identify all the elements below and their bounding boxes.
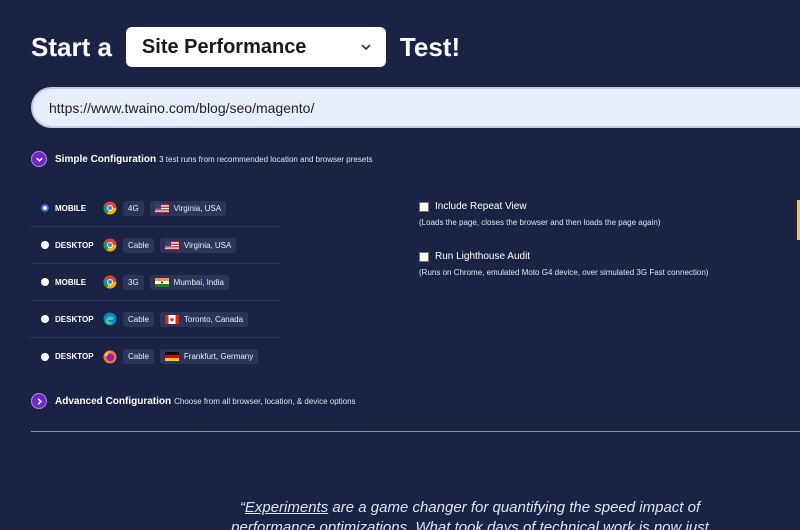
preset-radio[interactable]	[41, 352, 49, 361]
preset-option[interactable]: MOBILE 4G Virginia, USA	[31, 190, 280, 227]
chrome-icon	[103, 201, 117, 215]
simple-config-desc: 3 test runs from recommended location an…	[159, 154, 373, 164]
lighthouse-desc: (Runs on Chrome, emulated Moto G4 device…	[419, 268, 709, 277]
repeat-view-option: Include Repeat View (Loads the page, clo…	[419, 201, 709, 229]
chevron-down-icon	[361, 44, 371, 51]
preset-location: Mumbai, India	[173, 277, 224, 287]
preset-option[interactable]: DESKTOP Cable Virginia, USA	[31, 227, 280, 264]
usa-flag-icon	[164, 240, 179, 250]
preset-location-tag: Frankfurt, Germany	[159, 349, 259, 364]
lighthouse-label: Run Lighthouse Audit	[435, 251, 531, 262]
preset-location: Frankfurt, Germany	[183, 352, 254, 361]
edge-icon	[103, 312, 117, 326]
preset-device: MOBILE	[55, 203, 87, 213]
collapse-toggle[interactable]	[31, 151, 47, 167]
repeat-view-label: Include Repeat View	[435, 201, 527, 212]
section-divider	[31, 431, 800, 432]
chrome-icon	[103, 238, 117, 252]
simple-config-header[interactable]: Simple Configuration 3 test runs from re…	[31, 151, 373, 167]
preset-location-tag: Mumbai, India	[149, 274, 229, 290]
preset-option[interactable]: MOBILE 3G Mumbai, India	[31, 264, 280, 301]
preset-list: MOBILE 4G Virginia, USA DESKTOP Cable Virgini…	[31, 190, 280, 375]
preset-location: Toronto, Canada	[183, 314, 244, 324]
canada-flag-icon	[164, 314, 179, 324]
preset-radio[interactable]	[41, 204, 49, 212]
preset-connection: Cable	[123, 237, 154, 253]
preset-option[interactable]: DESKTOP Cable Frankfurt, Germany	[31, 338, 280, 375]
advanced-config-desc: Choose from all browser, location, & dev…	[174, 396, 356, 406]
repeat-view-desc: (Loads the page, closes the browser and …	[419, 218, 661, 227]
lighthouse-option: Run Lighthouse Audit (Runs on Chrome, em…	[419, 251, 709, 279]
testimonial-quote: “Experiments are a game changer for quan…	[200, 498, 740, 530]
lighthouse-row[interactable]: Run Lighthouse Audit	[419, 251, 709, 262]
preset-radio[interactable]	[41, 315, 49, 323]
lighthouse-checkbox[interactable]	[419, 251, 429, 262]
preset-device: MOBILE	[55, 277, 87, 287]
india-flag-icon	[154, 277, 169, 287]
advanced-config-title: Advanced Configuration	[55, 395, 172, 407]
test-type-value: Site Performance	[141, 35, 307, 58]
preset-device: DESKTOP	[55, 352, 94, 361]
repeat-view-row[interactable]: Include Repeat View	[419, 201, 709, 212]
url-input[interactable]	[31, 87, 800, 128]
preset-location-tag: Virginia, USA	[149, 200, 227, 216]
preset-connection: Cable	[123, 349, 154, 364]
preset-connection: 4G	[123, 200, 144, 216]
experiments-link[interactable]: Experiments	[245, 499, 328, 516]
test-options: Include Repeat View (Loads the page, clo…	[419, 201, 709, 295]
title-prefix: Start a	[31, 31, 112, 62]
usa-flag-icon	[154, 203, 169, 213]
test-type-select[interactable]: Site Performance	[125, 27, 386, 67]
preset-connection: Cable	[123, 311, 154, 327]
expand-toggle[interactable]	[31, 393, 47, 409]
germany-flag-icon	[164, 352, 179, 361]
advanced-config-header[interactable]: Advanced Configuration Choose from all b…	[31, 393, 356, 409]
repeat-view-checkbox[interactable]	[419, 201, 429, 212]
preset-location-tag: Virginia, USA	[159, 237, 237, 253]
preset-location: Virginia, USA	[173, 203, 222, 213]
preset-device: DESKTOP	[55, 314, 94, 324]
preset-location: Virginia, USA	[183, 240, 232, 250]
chevron-right-icon	[37, 397, 42, 405]
chrome-icon	[103, 275, 117, 289]
simple-config-title: Simple Configuration	[55, 153, 157, 165]
preset-radio[interactable]	[41, 278, 49, 286]
preset-device: DESKTOP	[55, 240, 94, 250]
title-row: Start a Site Performance Test!	[31, 27, 460, 67]
preset-option[interactable]: DESKTOP Cable Toronto, Canada	[31, 301, 280, 338]
preset-location-tag: Toronto, Canada	[159, 311, 249, 327]
chevron-down-icon	[35, 157, 43, 162]
title-suffix: Test!	[399, 31, 461, 62]
firefox-icon	[103, 350, 117, 364]
preset-connection: 3G	[123, 274, 144, 290]
preset-radio[interactable]	[41, 241, 49, 249]
